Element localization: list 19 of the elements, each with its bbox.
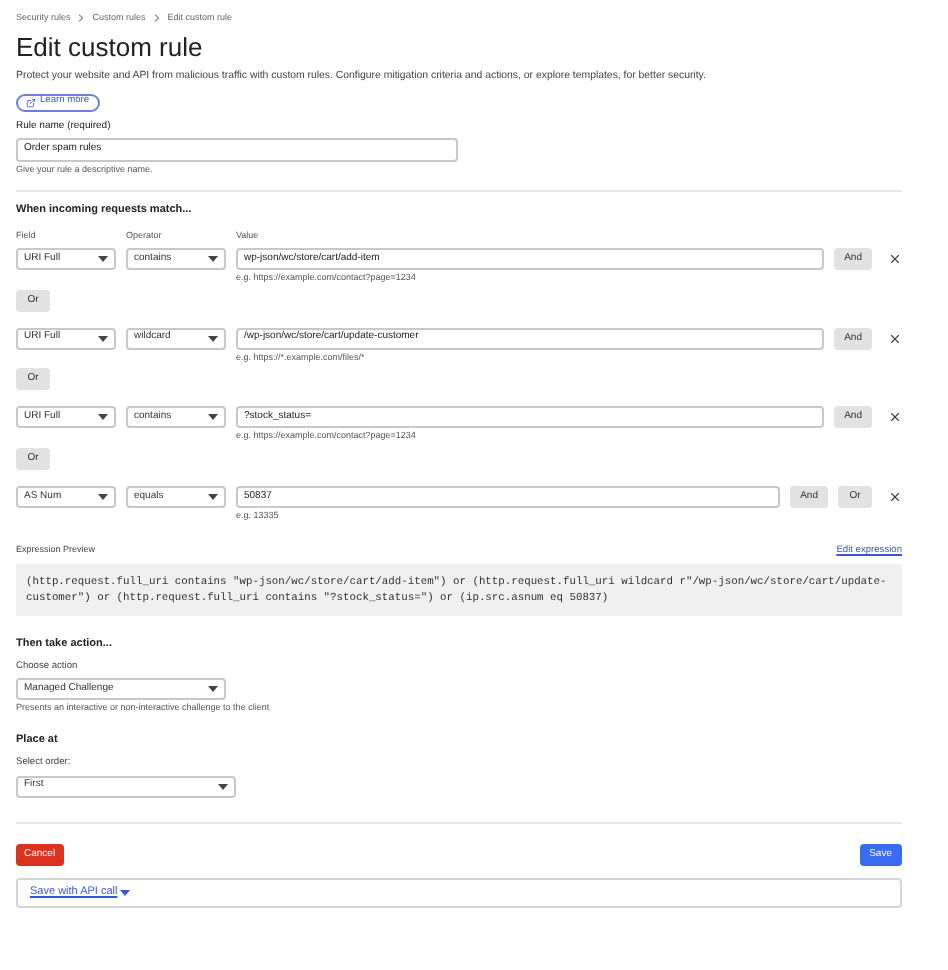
chevron-right-icon: [153, 14, 160, 23]
caret-icon: [208, 494, 218, 501]
external-link-icon: [26, 97, 36, 108]
close-icon[interactable]: [888, 331, 902, 346]
caret-icon: [98, 414, 108, 421]
caret-icon: [208, 255, 218, 262]
caret-icon: [98, 255, 108, 262]
caret-icon: [218, 783, 228, 790]
close-icon[interactable]: [888, 251, 902, 266]
caret-icon: [119, 889, 130, 896]
close-icon[interactable]: [888, 490, 902, 505]
caret-icon: [208, 414, 218, 421]
close-icon[interactable]: [888, 410, 902, 425]
chevron-right-icon: [78, 14, 85, 23]
caret-icon: [208, 335, 218, 342]
caret-icon: [208, 686, 218, 693]
page-title: Edit custom rule: [16, 31, 205, 64]
caret-icon: [98, 335, 108, 342]
caret-icon: [98, 494, 108, 501]
